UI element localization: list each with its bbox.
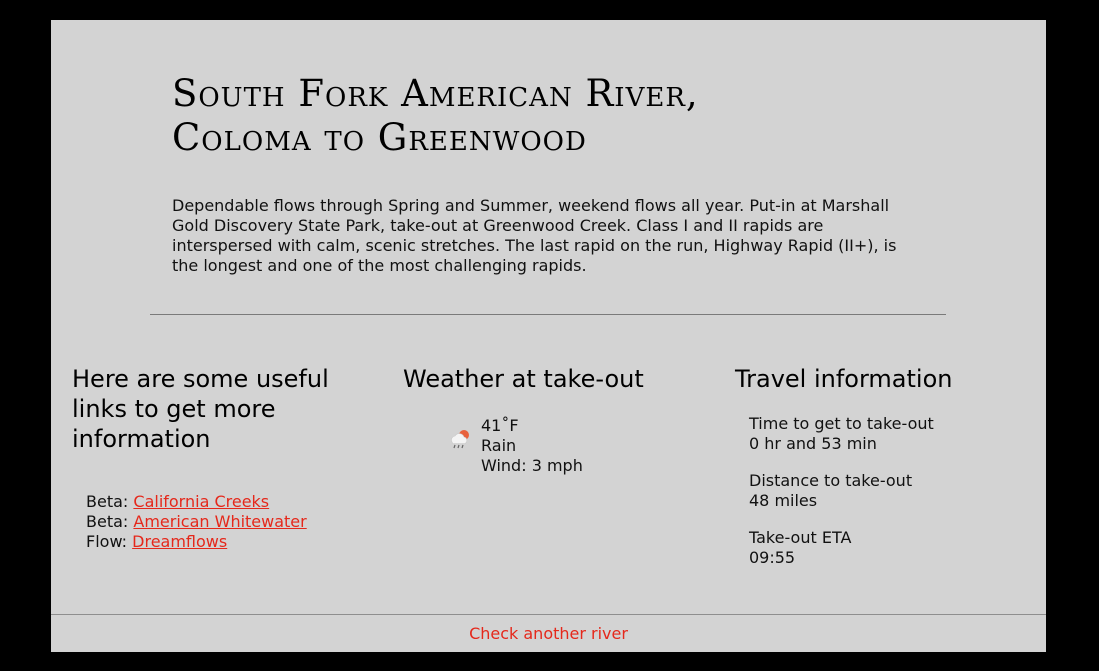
- weather-section: Weather at take-out 41˚F Rain Wind: 3 mp…: [403, 364, 703, 478]
- list-item: Distance to take-out 48 miles: [749, 471, 1035, 511]
- rain-cloud-icon: [447, 426, 473, 452]
- travel-value: 48 miles: [749, 491, 818, 510]
- footer-bar: Check another river: [51, 614, 1046, 653]
- travel-section: Travel information Time to get to take-o…: [735, 364, 1035, 568]
- travel-heading: Travel information: [735, 365, 953, 393]
- page-title: South Fork American River, Coloma to Gre…: [172, 72, 892, 160]
- title-line-2: Coloma to Greenwood: [172, 116, 587, 159]
- travel-label: Take-out ETA: [749, 528, 852, 547]
- weather-condition: Rain: [481, 436, 517, 455]
- travel-value: 09:55: [749, 548, 796, 567]
- california-creeks-link[interactable]: California Creeks: [133, 492, 269, 511]
- list-item: Beta: California Creeks: [86, 492, 372, 512]
- dreamflows-link[interactable]: Dreamflows: [132, 532, 227, 551]
- travel-label: Distance to take-out: [749, 471, 913, 490]
- travel-value: 0 hr and 53 min: [749, 434, 877, 453]
- link-prefix: Beta:: [86, 512, 129, 531]
- weather-wind: Wind: 3 mph: [481, 456, 583, 475]
- american-whitewater-link[interactable]: American Whitewater: [133, 512, 306, 531]
- links-section: Here are some useful links to get more i…: [72, 364, 372, 552]
- river-description: Dependable flows through Spring and Summ…: [172, 196, 897, 275]
- links-heading: Here are some useful links to get more i…: [72, 365, 329, 453]
- link-prefix: Flow:: [86, 532, 128, 551]
- travel-label: Time to get to take-out: [749, 414, 934, 433]
- section-divider: [150, 314, 946, 315]
- link-prefix: Beta:: [86, 492, 129, 511]
- weather-details: 41˚F Rain Wind: 3 mph: [481, 416, 583, 476]
- river-panel: South Fork American River, Coloma to Gre…: [51, 20, 1046, 652]
- check-another-river-link[interactable]: Check another river: [469, 624, 628, 644]
- list-item: Flow: Dreamflows: [86, 532, 372, 552]
- weather-heading: Weather at take-out: [403, 365, 644, 393]
- weather-temperature: 41˚F: [481, 416, 519, 435]
- weather-widget: 41˚F Rain Wind: 3 mph: [447, 416, 703, 478]
- links-list: Beta: California Creeks Beta: American W…: [86, 492, 372, 552]
- list-item: Time to get to take-out 0 hr and 53 min: [749, 414, 1035, 454]
- travel-list: Time to get to take-out 0 hr and 53 min …: [749, 414, 1035, 568]
- list-item: Take-out ETA 09:55: [749, 528, 1035, 568]
- title-line-1: South Fork American River,: [172, 72, 699, 115]
- list-item: Beta: American Whitewater: [86, 512, 372, 532]
